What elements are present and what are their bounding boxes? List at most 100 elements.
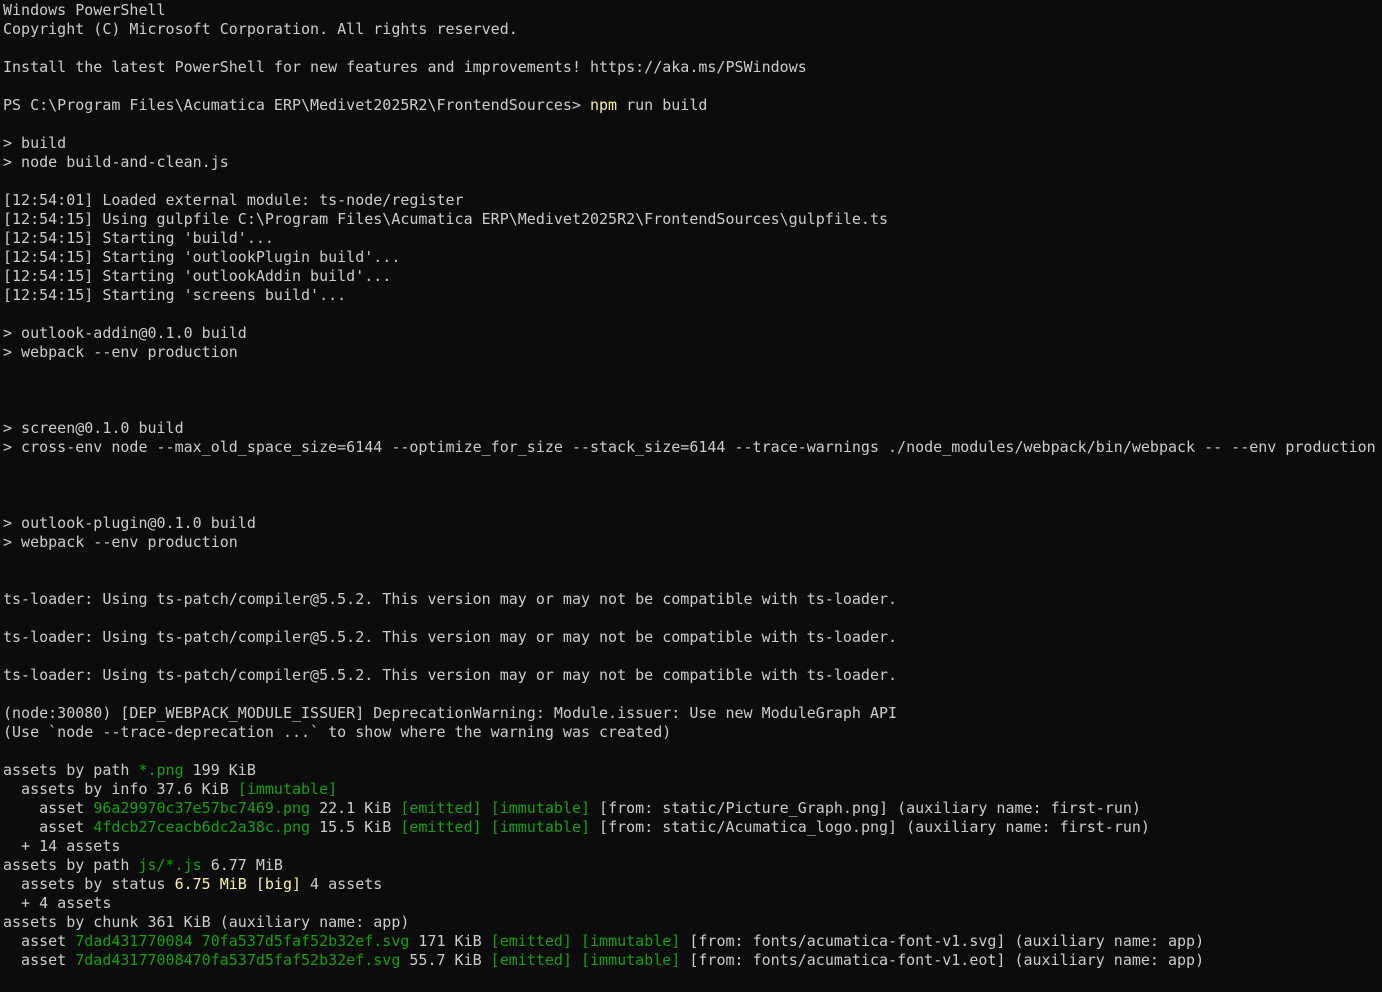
terminal-line: > outlook-plugin@0.1.0 build	[3, 514, 1382, 533]
highlighted-text: [immutable]	[580, 951, 681, 969]
output-text: [from: fonts/acumatica-font-v1.eot] (aux…	[680, 951, 1205, 969]
terminal-line: assets by info 37.6 KiB [immutable]	[3, 780, 1382, 799]
highlighted-text: [emitted]	[400, 799, 482, 817]
output-text: run build	[617, 96, 708, 114]
terminal-line: > build	[3, 134, 1382, 153]
highlighted-text: [immutable]	[580, 932, 681, 950]
output-text: 15.5 KiB	[310, 818, 401, 836]
output-text: > outlook-plugin@0.1.0 build	[3, 514, 256, 532]
output-text: 171 KiB	[409, 932, 491, 950]
highlighted-text: [immutable]	[490, 799, 591, 817]
terminal-line: [12:54:15] Starting 'build'...	[3, 229, 1382, 248]
output-text: assets by status	[3, 875, 175, 893]
highlighted-text: js/*.js	[138, 856, 202, 874]
output-text: ts-loader: Using ts-patch/compiler@5.5.2…	[3, 628, 898, 646]
highlighted-text: [emitted]	[490, 951, 572, 969]
terminal-line: ts-loader: Using ts-patch/compiler@5.5.2…	[3, 590, 1382, 609]
output-text: assets by chunk 361 KiB (auxiliary name:…	[3, 913, 410, 931]
output-text: (node:30080) [DEP_WEBPACK_MODULE_ISSUER]…	[3, 704, 898, 722]
highlighted-text: 7dad431770084 70fa537d5faf52b32ef.svg	[75, 932, 410, 950]
output-text: 55.7 KiB	[400, 951, 491, 969]
output-text: [12:54:15] Starting 'outlookPlugin build…	[3, 248, 401, 266]
output-text: Install the latest PowerShell for new fe…	[3, 58, 807, 76]
output-text: > webpack --env production	[3, 343, 238, 361]
highlighted-text: *.png	[138, 761, 184, 779]
output-text: [from: fonts/acumatica-font-v1.svg] (aux…	[680, 932, 1205, 950]
output-text: > node build-and-clean.js	[3, 153, 229, 171]
output-text: asset	[3, 951, 76, 969]
highlighted-text: npm	[590, 96, 618, 114]
highlighted-text: [immutable]	[490, 818, 591, 836]
output-text: [from: static/Acumatica_logo.png] (auxil…	[590, 818, 1150, 836]
terminal-line: PS C:\Program Files\Acumatica ERP\Medive…	[3, 96, 1382, 115]
output-text: [12:54:15] Starting 'screens build'...	[3, 286, 347, 304]
output-text: 22.1 KiB	[310, 799, 401, 817]
highlighted-text: 96a29970c37e57bc7469.png	[93, 799, 311, 817]
output-text: ts-loader: Using ts-patch/compiler@5.5.2…	[3, 590, 898, 608]
highlighted-text: 6.75 MiB	[174, 875, 247, 893]
terminal-line: [12:54:01] Loaded external module: ts-no…	[3, 191, 1382, 210]
terminal-line: Copyright (C) Microsoft Corporation. All…	[3, 20, 1382, 39]
terminal-line: [12:54:15] Using gulpfile C:\Program Fil…	[3, 210, 1382, 229]
terminal-line: [12:54:15] Starting 'outlookPlugin build…	[3, 248, 1382, 267]
terminal-line: ts-loader: Using ts-patch/compiler@5.5.2…	[3, 628, 1382, 647]
output-text: ts-loader: Using ts-patch/compiler@5.5.2…	[3, 666, 898, 684]
output-text: assets by path	[3, 761, 139, 779]
output-text: 199 KiB	[183, 761, 256, 779]
output-text: [12:54:01] Loaded external module: ts-no…	[3, 191, 464, 209]
terminal-line: + 4 assets	[3, 894, 1382, 913]
terminal-output[interactable]: Windows PowerShell Copyright (C) Microsof…	[3, 1, 1382, 970]
terminal-line: asset 7dad43177008470fa537d5faf52b32ef.s…	[3, 951, 1382, 970]
output-text: Copyright (C) Microsoft Corporation. All…	[3, 20, 518, 38]
terminal-line: > webpack --env production	[3, 533, 1382, 552]
highlighted-text: [immutable]	[237, 780, 338, 798]
output-text: 6.77 MiB	[201, 856, 283, 874]
terminal-line: > cross-env node --max_old_space_size=61…	[3, 438, 1382, 457]
terminal-line: assets by chunk 361 KiB (auxiliary name:…	[3, 913, 1382, 932]
terminal-line: asset 4fdcb27ceacb6dc2a38c.png 15.5 KiB …	[3, 818, 1382, 837]
output-text: Windows PowerShell	[3, 1, 166, 19]
output-text: (Use `node --trace-deprecation ...` to s…	[3, 723, 672, 741]
highlighted-text: [big]	[255, 875, 302, 893]
terminal-line: Install the latest PowerShell for new fe…	[3, 58, 1382, 77]
output-text: + 14 assets	[3, 837, 121, 855]
output-text: assets by path	[3, 856, 139, 874]
output-text: [12:54:15] Starting 'outlookAddin build'…	[3, 267, 392, 285]
terminal-line: > node build-and-clean.js	[3, 153, 1382, 172]
terminal-line: assets by path *.png 199 KiB	[3, 761, 1382, 780]
output-text: [12:54:15] Starting 'build'...	[3, 229, 274, 247]
output-text: asset	[3, 932, 76, 950]
output-text: > build	[3, 134, 67, 152]
output-text: asset	[3, 818, 94, 836]
terminal-line: (node:30080) [DEP_WEBPACK_MODULE_ISSUER]…	[3, 704, 1382, 723]
output-text: [12:54:15] Using gulpfile C:\Program Fil…	[3, 210, 889, 228]
output-text: + 4 assets	[3, 894, 112, 912]
highlighted-text: [emitted]	[400, 818, 482, 836]
output-text: PS C:\Program Files\Acumatica ERP\Medive…	[3, 96, 590, 114]
terminal-line: asset 7dad431770084 70fa537d5faf52b32ef.…	[3, 932, 1382, 951]
output-text: 4 assets	[301, 875, 383, 893]
highlighted-text: 7dad43177008470fa537d5faf52b32ef.svg	[75, 951, 401, 969]
terminal-line: Windows PowerShell	[3, 1, 1382, 20]
output-text: assets by info 37.6 KiB	[3, 780, 238, 798]
terminal-line: assets by status 6.75 MiB [big] 4 assets	[3, 875, 1382, 894]
output-text: > outlook-addin@0.1.0 build	[3, 324, 247, 342]
